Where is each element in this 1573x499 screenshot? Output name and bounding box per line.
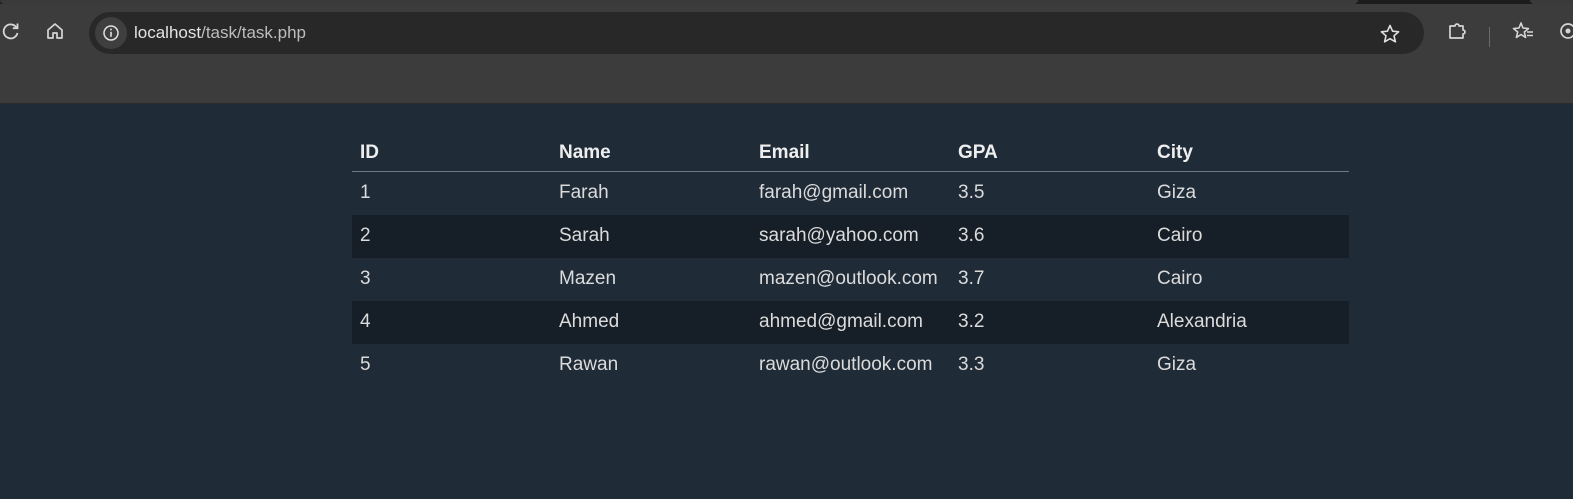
- cell-gpa: 3.6: [950, 215, 1149, 258]
- cell-id: 1: [352, 171, 551, 215]
- header-name: Name: [551, 133, 751, 172]
- table-row: 2 Sarah sarah@yahoo.com 3.6 Cairo: [352, 215, 1349, 258]
- cell-name: Ahmed: [551, 301, 751, 344]
- cell-name: Farah: [551, 171, 751, 215]
- cell-city: Cairo: [1149, 258, 1349, 301]
- header-id: ID: [352, 133, 551, 172]
- table-header-row: ID Name Email GPA City: [352, 133, 1349, 172]
- cell-id: 4: [352, 301, 551, 344]
- bookmarks-bar: [0, 61, 1573, 104]
- cell-email: rawan@outlook.com: [751, 344, 950, 387]
- url-host: localhost: [134, 23, 202, 42]
- cell-gpa: 3.3: [950, 344, 1149, 387]
- toolbar-divider: [1489, 27, 1490, 47]
- cell-email: ahmed@gmail.com: [751, 301, 950, 344]
- cell-city: Giza: [1149, 344, 1349, 387]
- extensions-icon[interactable]: [1442, 16, 1472, 46]
- cell-name: Sarah: [551, 215, 751, 258]
- cell-gpa: 3.2: [950, 301, 1149, 344]
- copilot-icon[interactable]: [1553, 16, 1573, 46]
- cell-gpa: 3.5: [950, 171, 1149, 215]
- favorites-icon[interactable]: [1508, 16, 1538, 46]
- bookmark-star-icon[interactable]: [1379, 23, 1401, 45]
- cell-gpa: 3.7: [950, 258, 1149, 301]
- home-icon[interactable]: [40, 16, 70, 46]
- cell-id: 5: [352, 344, 551, 387]
- address-bar[interactable]: localhost/task/task.php: [89, 12, 1424, 54]
- site-info-icon[interactable]: [95, 17, 127, 49]
- cell-email: farah@gmail.com: [751, 171, 950, 215]
- cell-city: Alexandria: [1149, 301, 1349, 344]
- cell-email: mazen@outlook.com: [751, 258, 950, 301]
- browser-toolbar: localhost/task/task.php: [0, 4, 1573, 61]
- table-row: 3 Mazen mazen@outlook.com 3.7 Cairo: [352, 258, 1349, 301]
- table-row: 4 Ahmed ahmed@gmail.com 3.2 Alexandria: [352, 301, 1349, 344]
- url-text[interactable]: localhost/task/task.php: [134, 23, 306, 43]
- table-row: 5 Rawan rawan@outlook.com 3.3 Giza: [352, 344, 1349, 387]
- cell-city: Giza: [1149, 171, 1349, 215]
- table-row: 1 Farah farah@gmail.com 3.5 Giza: [352, 171, 1349, 215]
- header-city: City: [1149, 133, 1349, 172]
- cell-id: 2: [352, 215, 551, 258]
- cell-city: Cairo: [1149, 215, 1349, 258]
- students-table: ID Name Email GPA City 1 Farah farah@gma…: [352, 133, 1349, 387]
- header-email: Email: [751, 133, 950, 172]
- header-gpa: GPA: [950, 133, 1149, 172]
- cell-email: sarah@yahoo.com: [751, 215, 950, 258]
- page-content: ID Name Email GPA City 1 Farah farah@gma…: [0, 105, 1573, 499]
- cell-id: 3: [352, 258, 551, 301]
- cell-name: Rawan: [551, 344, 751, 387]
- url-path: /task/task.php: [201, 23, 306, 42]
- reload-icon[interactable]: [0, 16, 26, 46]
- cell-name: Mazen: [551, 258, 751, 301]
